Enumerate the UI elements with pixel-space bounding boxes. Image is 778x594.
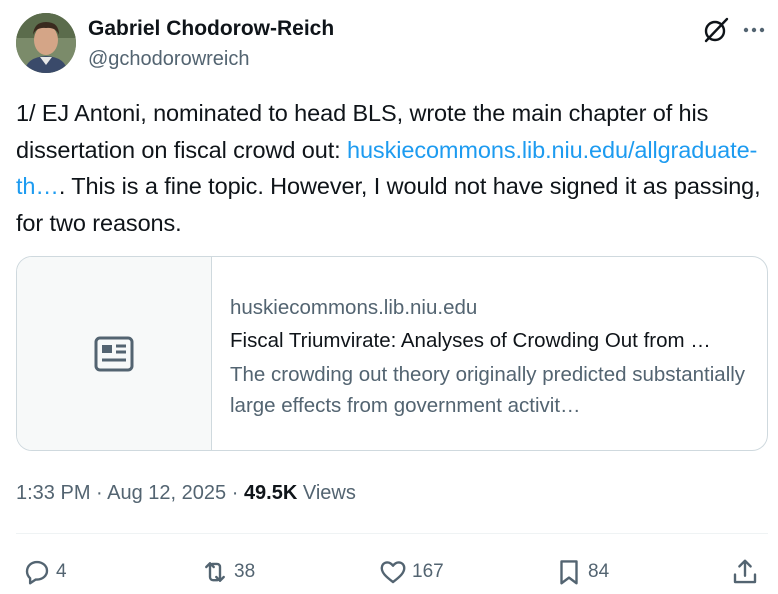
tweet-text-after: . This is a fine topic. However, I would… bbox=[16, 173, 761, 236]
grok-icon[interactable] bbox=[702, 16, 730, 44]
author-block: Gabriel Chodorow-Reich @gchodorowreich bbox=[88, 16, 334, 73]
display-name[interactable]: Gabriel Chodorow-Reich bbox=[88, 16, 334, 42]
bookmark-icon bbox=[560, 560, 578, 585]
reply-count: 4 bbox=[56, 561, 67, 582]
more-options-icon[interactable] bbox=[742, 24, 766, 36]
repost-count: 38 bbox=[234, 561, 256, 582]
repost-button[interactable]: 38 bbox=[200, 555, 255, 589]
views-count: 49.5K bbox=[243, 482, 298, 504]
link-preview-card[interactable]: huskiecommons.lib.niu.edu Fiscal Triumvi… bbox=[16, 256, 768, 451]
tweet-date[interactable]: Aug 12, 2025 bbox=[107, 482, 226, 504]
bookmark-button[interactable]: 84 bbox=[554, 555, 609, 589]
like-button[interactable]: 167 bbox=[378, 555, 444, 589]
like-count: 167 bbox=[412, 561, 444, 582]
divider bbox=[16, 533, 768, 534]
avatar[interactable] bbox=[16, 13, 76, 73]
meta-separator: · bbox=[90, 482, 108, 504]
tweet-meta: 1:33 PM · Aug 12, 2025 · 49.5K Views bbox=[16, 479, 356, 507]
heart-icon bbox=[380, 561, 406, 584]
tweet-time[interactable]: 1:33 PM bbox=[16, 482, 90, 504]
reply-button[interactable]: 4 bbox=[22, 555, 67, 589]
views-label: Views bbox=[297, 482, 356, 504]
card-domain: huskiecommons.lib.niu.edu bbox=[230, 296, 478, 319]
article-icon bbox=[94, 336, 134, 371]
action-bar: 4 38 167 84 bbox=[0, 555, 778, 589]
share-icon bbox=[733, 559, 757, 584]
card-description: The crowding out theory originally predi… bbox=[230, 363, 746, 417]
card-title: Fiscal Triumvirate: Analyses of Crowding… bbox=[230, 329, 711, 352]
bookmark-count: 84 bbox=[588, 561, 610, 582]
handle[interactable]: @gchodorowreich bbox=[88, 45, 334, 73]
card-thumbnail[interactable] bbox=[17, 257, 212, 450]
card-body: huskiecommons.lib.niu.edu Fiscal Triumvi… bbox=[212, 257, 767, 450]
meta-separator: · bbox=[226, 482, 244, 504]
repost-icon bbox=[205, 562, 225, 582]
share-button[interactable] bbox=[730, 555, 760, 589]
reply-icon bbox=[25, 560, 49, 585]
tweet-text: 1/ EJ Antoni, nominated to head BLS, wro… bbox=[16, 95, 766, 241]
